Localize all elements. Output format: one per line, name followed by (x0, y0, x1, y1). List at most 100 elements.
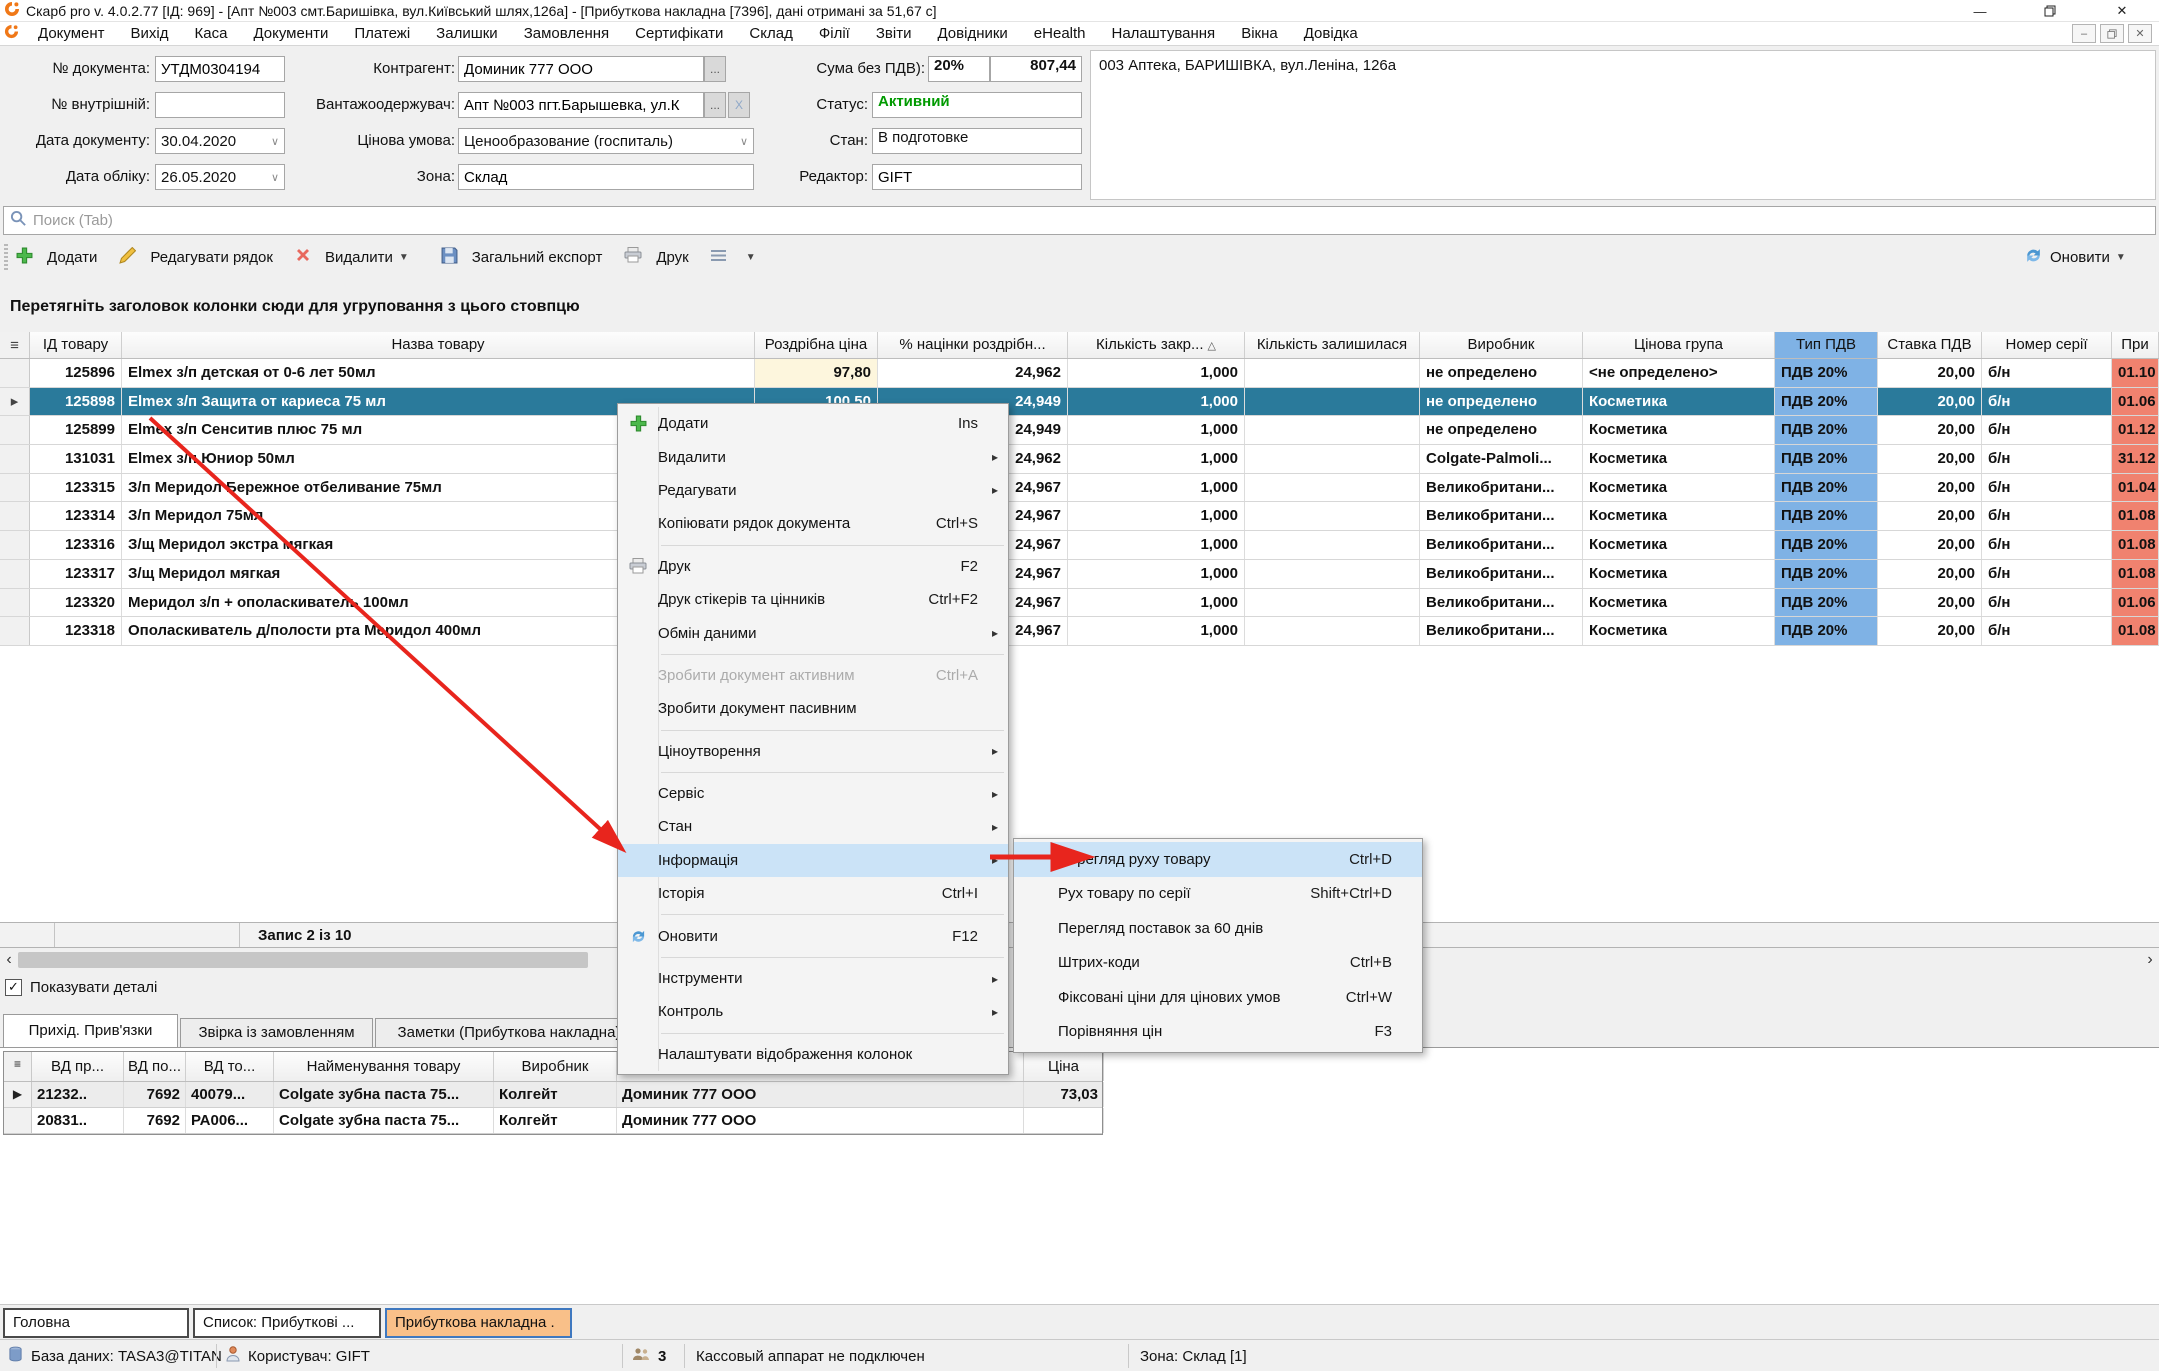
price-cond-select[interactable]: Ценообразование (госпиталь)∨ (458, 128, 754, 154)
grid-cell[interactable]: ПДВ 20% (1775, 502, 1878, 530)
menu-item-10[interactable]: Зробити документ пасивним (618, 692, 1008, 725)
menubar-item-1[interactable]: Вихід (118, 22, 182, 46)
acc-date-picker[interactable]: 26.05.2020∨ (155, 164, 285, 190)
menu-item-22[interactable]: Контроль▸ (618, 995, 1008, 1028)
grid-cell[interactable]: 1,000 (1068, 359, 1245, 387)
detail-grid-cell[interactable]: Colgate зубна паста 75... (274, 1082, 494, 1107)
menu-item-14[interactable]: Сервіс▸ (618, 777, 1008, 810)
menubar-item-15[interactable]: Довідка (1291, 22, 1371, 46)
menubar-item-10[interactable]: Звіти (863, 22, 925, 46)
grid-cell[interactable]: 20,00 (1878, 560, 1982, 588)
restore-button[interactable] (2028, 0, 2072, 22)
grid-cell[interactable]: 1,000 (1068, 416, 1245, 444)
menu-item-5[interactable]: ДрукF2 (618, 550, 1008, 583)
grid-cell[interactable]: 1,000 (1068, 388, 1245, 416)
grid-cell[interactable]: 01.08 (2112, 502, 2159, 530)
internal-number-input[interactable] (155, 92, 285, 118)
mdi-minimize-button[interactable]: – (2072, 24, 2096, 43)
menubar-item-8[interactable]: Склад (736, 22, 805, 46)
detail-grid-cell[interactable]: 21232.. (32, 1082, 124, 1107)
show-details-toggle[interactable]: ✓ Показувати деталі (5, 974, 157, 1000)
grid-cell[interactable]: 1,000 (1068, 617, 1245, 645)
detail-grid-cell[interactable]: 20831.. (32, 1108, 124, 1133)
grid-cell[interactable]: 123317 (30, 560, 122, 588)
grid-cell[interactable]: б/н (1982, 531, 2112, 559)
view-options-button[interactable]: ▼ (711, 249, 756, 266)
column-header-3[interactable]: % націнки роздрібн... (878, 332, 1068, 358)
grid-cell[interactable] (1245, 474, 1420, 502)
column-header-7[interactable]: Цінова група (1583, 332, 1775, 358)
mdi-restore-button[interactable] (2100, 24, 2124, 43)
column-header-0[interactable]: ІД товару (30, 332, 122, 358)
grid-cell[interactable]: б/н (1982, 445, 2112, 473)
grid-cell[interactable]: ПДВ 20% (1775, 445, 1878, 473)
search-input[interactable]: Поиск (Tab) (3, 206, 2156, 235)
grid-cell[interactable]: 123315 (30, 474, 122, 502)
grid-cell[interactable]: 125899 (30, 416, 122, 444)
detail-tab-2[interactable]: Заметки (Прибуткова накладна) (375, 1018, 643, 1047)
grid-cell[interactable]: <не определено> (1583, 359, 1775, 387)
grid-cell[interactable]: ПДВ 20% (1775, 388, 1878, 416)
menubar-item-4[interactable]: Платежі (341, 22, 423, 46)
table-row-6[interactable]: 123316З/щ Меридол экстра мягкая24,9671,0… (0, 531, 2159, 560)
detail-grid-cell[interactable] (1024, 1108, 1104, 1133)
detail-column-header-2[interactable]: ВД то... (186, 1052, 274, 1081)
detail-grid-cell[interactable]: 7692 (124, 1082, 186, 1107)
grid-cell[interactable]: Великобритани... (1420, 617, 1583, 645)
table-row-3[interactable]: 131031Elmex з/п Юниор 50мл24,9621,000Col… (0, 445, 2159, 474)
detail-grid-cell[interactable]: Доминик 777 ООО (617, 1108, 1024, 1133)
grid-cell[interactable]: 20,00 (1878, 502, 1982, 530)
add-button[interactable]: Додати (16, 247, 97, 268)
grid-cell[interactable] (1245, 531, 1420, 559)
column-header-6[interactable]: Виробник (1420, 332, 1583, 358)
grid-cell[interactable]: 01.06 (2112, 589, 2159, 617)
menu-item-2[interactable]: Редагувати▸ (618, 474, 1008, 507)
grid-cell[interactable]: ПДВ 20% (1775, 474, 1878, 502)
detail-grid-cell[interactable]: РА006... (186, 1108, 274, 1133)
refresh-button[interactable]: Оновити ▼ (2024, 238, 2126, 276)
detail-table-row-0[interactable]: ▶21232..769240079...Colgate зубна паста … (4, 1082, 1102, 1108)
detail-tab-1[interactable]: Звірка із замовленням (180, 1018, 373, 1047)
grid-cell[interactable] (1245, 502, 1420, 530)
menu-item-1[interactable]: Видалити▸ (618, 440, 1008, 473)
column-header-11[interactable]: При (2112, 332, 2159, 358)
detail-grid-cell[interactable]: 40079... (186, 1082, 274, 1107)
grid-cell[interactable]: 20,00 (1878, 359, 1982, 387)
grid-cell[interactable]: Косметика (1583, 589, 1775, 617)
checkbox-checked-icon[interactable]: ✓ (5, 979, 22, 996)
column-header-9[interactable]: Ставка ПДВ (1878, 332, 1982, 358)
table-row-0[interactable]: 125896Elmex з/п детская от 0-6 лет 50мл9… (0, 359, 2159, 388)
close-button[interactable]: ✕ (2100, 0, 2144, 22)
column-header-4[interactable]: Кількість закр...△ (1068, 332, 1245, 358)
minimize-button[interactable]: — (1958, 0, 2002, 22)
column-header-8[interactable]: Тип ПДВ (1775, 332, 1878, 358)
grid-cell[interactable] (1245, 617, 1420, 645)
grid-cell[interactable]: Косметика (1583, 388, 1775, 416)
menubar-item-2[interactable]: Каса (182, 22, 241, 46)
scroll-right-icon[interactable]: › (2141, 950, 2159, 970)
grid-cell[interactable]: 125896 (30, 359, 122, 387)
menu-item-2[interactable]: Перегляд поставок за 60 днів (1014, 911, 1422, 946)
grid-cell[interactable]: не определено (1420, 416, 1583, 444)
contractor-browse-button[interactable]: ... (704, 56, 726, 82)
menu-item-15[interactable]: Стан▸ (618, 810, 1008, 843)
grid-cell[interactable]: 20,00 (1878, 388, 1982, 416)
print-button[interactable]: Друк (624, 247, 688, 267)
grid-cell[interactable]: 131031 (30, 445, 122, 473)
grid-cell[interactable]: 125898 (30, 388, 122, 416)
grid-cell[interactable]: Великобритани... (1420, 502, 1583, 530)
grid-cell[interactable]: б/н (1982, 617, 2112, 645)
grid-cell[interactable]: б/н (1982, 502, 2112, 530)
grid-cell[interactable]: 1,000 (1068, 589, 1245, 617)
detail-grid-cell[interactable]: Colgate зубна паста 75... (274, 1108, 494, 1133)
grid-cell[interactable]: б/н (1982, 589, 2112, 617)
grid-cell[interactable]: 01.12 (2112, 416, 2159, 444)
menu-item-3[interactable]: Копіювати рядок документаCtrl+S (618, 507, 1008, 540)
menu-item-17[interactable]: ІсторіяCtrl+I (618, 877, 1008, 910)
menubar-item-9[interactable]: Філії (806, 22, 863, 46)
grid-cell[interactable]: Великобритани... (1420, 589, 1583, 617)
grid-cell[interactable]: 123314 (30, 502, 122, 530)
table-row-1[interactable]: ▸125898Elmex з/п Защита от кариеса 75 мл… (0, 388, 2159, 417)
grid-cell[interactable]: 1,000 (1068, 502, 1245, 530)
grid-cell[interactable]: 123316 (30, 531, 122, 559)
